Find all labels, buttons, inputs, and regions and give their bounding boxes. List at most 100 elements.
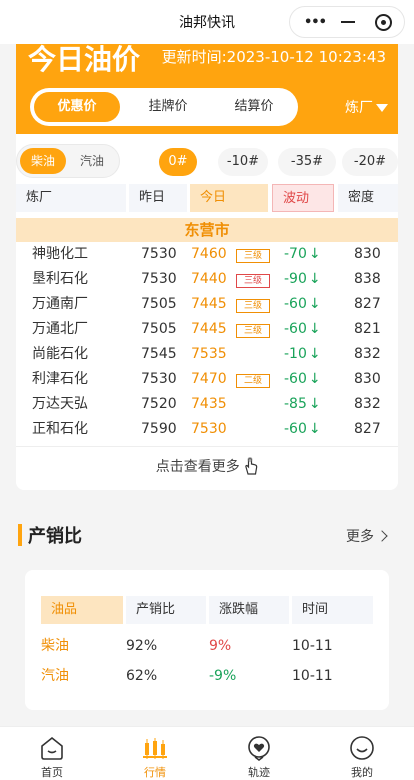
grade-minus10[interactable]: -10# — [218, 148, 268, 176]
table-row[interactable]: 万通南厂 7505 7445 三级 -60 ↓ 827 — [16, 292, 398, 317]
density-value: 827 — [354, 296, 381, 312]
th-rise-fall: 涨跌幅 — [209, 596, 289, 624]
track-icon — [248, 736, 270, 761]
table-header: 炼厂 昨日 今日 波动 密度 — [16, 184, 398, 212]
yesterday-price: 7530 — [141, 371, 177, 387]
th-today: 今日 — [190, 184, 268, 212]
factory-name: 正和石化 — [32, 421, 88, 437]
density-value: 830 — [354, 246, 381, 262]
down-arrow-icon: ↓ — [308, 271, 321, 287]
tab-market[interactable]: 行情 — [115, 727, 195, 780]
minimize-icon[interactable] — [341, 21, 355, 23]
th-change: 波动 — [272, 184, 334, 212]
price-change: -60 ↓ — [284, 367, 321, 392]
price-change-value: -90 — [284, 271, 307, 287]
th-ratio: 产销比 — [126, 596, 206, 624]
density-value: 827 — [354, 421, 381, 437]
view-more-link[interactable]: 点击查看更多 — [16, 446, 398, 486]
level-badge: 三级 — [236, 274, 270, 288]
factory-name: 垦利石化 — [32, 271, 88, 287]
price-change: -10 ↓ — [284, 342, 321, 367]
price-change-value: -60 — [284, 296, 307, 312]
down-arrow-icon: ↓ — [308, 371, 321, 387]
page-title: 今日油价 — [28, 43, 141, 76]
tab-profile-label: 我的 — [351, 766, 373, 779]
today-price: 7435 — [191, 396, 227, 412]
tab-profile[interactable]: 我的 — [322, 727, 402, 780]
today-price: 7460 — [191, 246, 227, 262]
yesterday-price: 7505 — [141, 296, 177, 312]
price-type-tabs: 优惠价 挂牌价 结算价 — [30, 88, 298, 126]
mini-program-capsule: ••• — [289, 6, 405, 38]
table-row[interactable]: 尚能石化 7545 7535 -10 ↓ 832 — [16, 342, 398, 367]
update-time: 更新时间:2023-10-12 10:23:43 — [161, 48, 386, 66]
grade-minus35[interactable]: -35# — [278, 148, 336, 176]
price-card: 柴油 汽油 0# -10# -35# -20# 炼厂 昨日 今日 波动 密度 东… — [16, 134, 398, 490]
price-change-value: -60 — [284, 321, 307, 337]
grade-0[interactable]: 0# — [159, 148, 197, 176]
fuel-diesel[interactable]: 柴油 — [20, 148, 66, 174]
view-more-label: 点击查看更多 — [155, 459, 240, 475]
tab-settlement-price[interactable]: 结算价 — [214, 92, 294, 122]
density-value: 832 — [354, 346, 381, 362]
table-row[interactable]: 垦利石化 7530 7440 三级 -90 ↓ 838 — [16, 267, 398, 292]
factory-name: 万达天弘 — [32, 396, 88, 412]
price-change: -60 ↓ — [284, 292, 321, 317]
down-arrow-icon: ↓ — [308, 321, 321, 337]
yesterday-price: 7530 — [141, 246, 177, 262]
th-density: 密度 — [338, 184, 398, 212]
price-header: 今日油价 更新时间:2023-10-12 10:23:43 优惠价 挂牌价 结算… — [16, 43, 398, 134]
tab-discount-price[interactable]: 优惠价 — [34, 92, 120, 122]
fuel-gasoline[interactable]: 汽油 — [69, 148, 115, 174]
region-header: 东营市 — [16, 218, 398, 242]
th-time: 时间 — [292, 596, 373, 624]
price-change-value: -10 — [284, 346, 307, 362]
tab-home-label: 首页 — [41, 766, 63, 779]
bottom-tab-bar: 首页 行情 轨迹 我的 — [0, 726, 414, 780]
ratio-row-change: -9% — [209, 668, 237, 684]
yesterday-price: 7530 — [141, 271, 177, 287]
ratio-more-link[interactable]: 更多 — [346, 526, 388, 546]
factory-filter-button[interactable]: 炼厂 — [345, 97, 388, 117]
yesterday-price: 7505 — [141, 321, 177, 337]
table-row[interactable]: 神驰化工 7530 7460 三级 -70 ↓ 830 — [16, 242, 398, 267]
price-change: -90 ↓ — [284, 267, 321, 292]
price-change-value: -60 — [284, 371, 307, 387]
factory-name: 尚能石化 — [32, 346, 88, 362]
down-arrow-icon: ↓ — [308, 421, 321, 437]
chevron-right-icon — [376, 530, 388, 542]
grade-minus20[interactable]: -20# — [342, 148, 398, 176]
today-price: 7445 — [191, 296, 227, 312]
ratio-row-product: 柴油 — [41, 638, 69, 654]
tab-home[interactable]: 首页 — [12, 727, 92, 780]
tab-track[interactable]: 轨迹 — [219, 727, 299, 780]
ratio-row-change: 9% — [209, 638, 232, 654]
down-arrow-icon: ↓ — [308, 396, 321, 412]
filter-icon — [376, 104, 388, 112]
ratio-section-title: 产销比 — [28, 526, 82, 547]
table-row[interactable]: 利津石化 7530 7470 二级 -60 ↓ 830 — [16, 367, 398, 392]
price-change: -60 ↓ — [284, 417, 321, 442]
density-value: 838 — [354, 271, 381, 287]
close-program-icon[interactable] — [375, 14, 392, 31]
ratio-row-product: 汽油 — [41, 668, 69, 684]
ratio-row-value: 92% — [126, 638, 158, 654]
more-icon[interactable]: ••• — [304, 15, 327, 30]
th-product: 油品 — [41, 596, 123, 624]
table-row[interactable]: 万通北厂 7505 7445 三级 -60 ↓ 821 — [16, 317, 398, 342]
price-change-value: -70 — [284, 246, 307, 262]
today-price: 7470 — [191, 371, 227, 387]
today-price: 7445 — [191, 321, 227, 337]
yesterday-price: 7590 — [141, 421, 177, 437]
table-row[interactable]: 正和石化 7590 7530 -60 ↓ 827 — [16, 417, 398, 442]
tab-list-price[interactable]: 挂牌价 — [126, 92, 210, 122]
table-row[interactable]: 万达天弘 7520 7435 -85 ↓ 832 — [16, 392, 398, 417]
yesterday-price: 7520 — [141, 396, 177, 412]
th-yesterday: 昨日 — [129, 184, 187, 212]
ratio-row-value: 62% — [126, 668, 158, 684]
pointer-hand-icon — [244, 451, 258, 475]
fuel-type-switch: 柴油 汽油 — [16, 144, 120, 178]
tab-market-label: 行情 — [144, 766, 166, 779]
th-factory: 炼厂 — [16, 184, 126, 212]
price-change: -70 ↓ — [284, 242, 321, 267]
